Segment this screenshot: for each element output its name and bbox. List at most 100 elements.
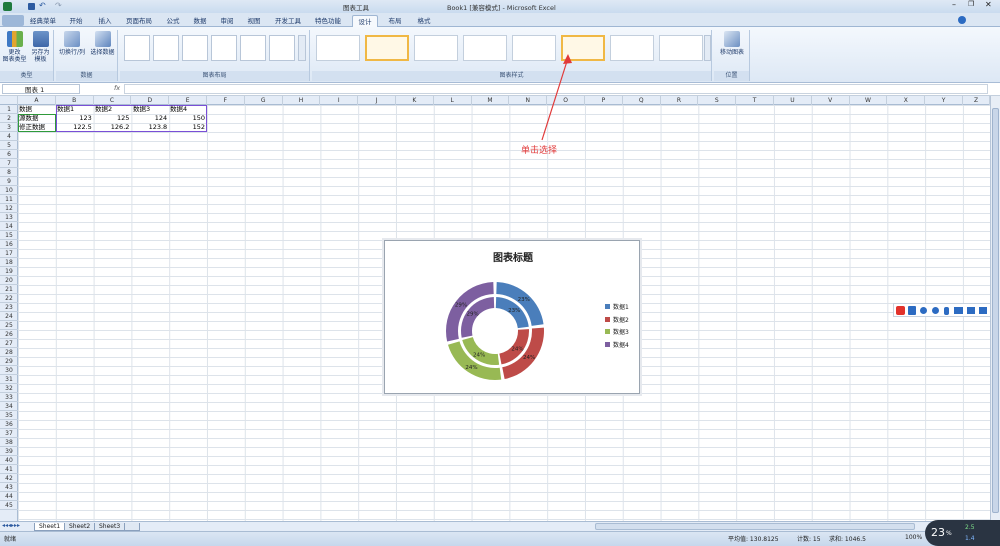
- layout-thumb-2[interactable]: [153, 35, 179, 61]
- col-header-S[interactable]: S: [698, 96, 737, 105]
- row-header[interactable]: 16: [0, 240, 18, 249]
- row-header[interactable]: 7: [0, 159, 18, 168]
- network-speed-widget[interactable]: 23 % 2.5 1.4: [925, 520, 1000, 546]
- col-header-B[interactable]: B: [56, 96, 94, 105]
- tab-home[interactable]: 开始: [64, 15, 88, 27]
- cell-E3[interactable]: 152: [169, 123, 207, 132]
- row-header[interactable]: 40: [0, 456, 18, 465]
- select-data-button[interactable]: 选择数据: [88, 31, 117, 56]
- row-header[interactable]: 5: [0, 141, 18, 150]
- ime-toolbar[interactable]: [893, 303, 999, 317]
- row-header[interactable]: 13: [0, 213, 18, 222]
- sheet-tab-1[interactable]: Sheet1: [34, 523, 66, 531]
- save-icon[interactable]: [28, 3, 35, 10]
- name-box[interactable]: 图表 1: [2, 84, 80, 94]
- tab-page-layout[interactable]: 页面布局: [121, 15, 157, 27]
- row-header[interactable]: 22: [0, 294, 18, 303]
- restore-icon[interactable]: ❐: [968, 0, 974, 8]
- fx-icon[interactable]: fx: [114, 84, 120, 92]
- row-header[interactable]: 17: [0, 249, 18, 258]
- tab-review[interactable]: 审阅: [216, 15, 238, 27]
- close-icon[interactable]: ✕: [985, 0, 992, 9]
- row-header[interactable]: 21: [0, 285, 18, 294]
- ime-emoji-icon[interactable]: [932, 307, 939, 314]
- col-header-P[interactable]: P: [585, 96, 623, 105]
- col-header-F[interactable]: F: [207, 96, 245, 105]
- col-header-X[interactable]: X: [887, 96, 926, 105]
- cell-C2[interactable]: 125: [94, 114, 132, 123]
- row-header[interactable]: 29: [0, 357, 18, 366]
- cell-B1[interactable]: 数据1: [57, 105, 94, 114]
- vertical-scrollbar[interactable]: [990, 96, 1000, 521]
- row-header[interactable]: 15: [0, 231, 18, 240]
- chart-title[interactable]: 图表标题: [385, 249, 641, 264]
- chart-style-7[interactable]: [610, 35, 654, 61]
- col-header-E[interactable]: E: [169, 96, 207, 105]
- layout-thumb-3[interactable]: [182, 35, 208, 61]
- insert-sheet-icon[interactable]: [124, 523, 140, 531]
- tab-insert[interactable]: 插入: [93, 15, 117, 27]
- cell-B2[interactable]: 123: [56, 114, 94, 123]
- row-header[interactable]: 31: [0, 375, 18, 384]
- ime-voice-icon[interactable]: [944, 307, 949, 315]
- row-header[interactable]: 3: [0, 123, 18, 132]
- row-header[interactable]: 37: [0, 429, 18, 438]
- row-header[interactable]: 8: [0, 168, 18, 177]
- move-chart-button[interactable]: 移动图表: [716, 31, 748, 56]
- ime-keyboard-icon[interactable]: [954, 307, 963, 314]
- cell-D3[interactable]: 123.8: [131, 123, 169, 132]
- col-header-T[interactable]: T: [736, 96, 774, 105]
- col-header-D[interactable]: D: [131, 96, 170, 105]
- cell-C1[interactable]: 数据2: [95, 105, 132, 114]
- col-header-J[interactable]: J: [358, 96, 396, 105]
- row-header[interactable]: 11: [0, 195, 18, 204]
- ime-skin-icon[interactable]: [967, 307, 975, 314]
- col-header-G[interactable]: G: [245, 96, 283, 105]
- tab-classic-menu[interactable]: 经典菜单: [28, 15, 58, 27]
- tab-formulas[interactable]: 公式: [162, 15, 184, 27]
- chart-style-8[interactable]: [659, 35, 703, 61]
- row-header[interactable]: 43: [0, 483, 18, 492]
- col-header-Y[interactable]: Y: [925, 96, 963, 105]
- sheet-nav-icon[interactable]: ◂◂◂▸▸▸: [2, 522, 20, 529]
- row-header[interactable]: 35: [0, 411, 18, 420]
- row-header[interactable]: 44: [0, 492, 18, 501]
- row-header[interactable]: 28: [0, 348, 18, 357]
- row-header[interactable]: 24: [0, 312, 18, 321]
- select-all-corner[interactable]: [0, 96, 18, 105]
- row-header[interactable]: 45: [0, 501, 18, 510]
- horizontal-scrollbar[interactable]: [595, 523, 915, 530]
- layout-thumb-6[interactable]: [269, 35, 295, 61]
- cell-D1[interactable]: 数据3: [133, 105, 170, 114]
- cell-D2[interactable]: 124: [131, 114, 169, 123]
- col-header-Z[interactable]: Z: [963, 96, 990, 105]
- row-header[interactable]: 20: [0, 276, 18, 285]
- sheet-tab-3[interactable]: Sheet3: [94, 523, 126, 531]
- undo-icon[interactable]: ↶: [39, 1, 46, 10]
- office-button[interactable]: [2, 15, 24, 26]
- row-header[interactable]: 41: [0, 465, 18, 474]
- tab-view[interactable]: 视图: [243, 15, 265, 27]
- chart-style-3[interactable]: [414, 35, 458, 61]
- col-header-K[interactable]: K: [396, 96, 434, 105]
- help-icon[interactable]: [958, 16, 966, 24]
- row-header[interactable]: 10: [0, 186, 18, 195]
- col-header-H[interactable]: H: [283, 96, 321, 105]
- cell-C3[interactable]: 126.2: [94, 123, 132, 132]
- zoom-level[interactable]: 100%: [905, 534, 922, 541]
- col-header-I[interactable]: I: [320, 96, 359, 105]
- ime-tools-icon[interactable]: [979, 307, 987, 314]
- doughnut-chart[interactable]: 23%24%24%29%23%24%24%29%: [443, 279, 547, 383]
- row-header[interactable]: 39: [0, 447, 18, 456]
- row-header[interactable]: 19: [0, 267, 18, 276]
- layout-thumb-5[interactable]: [240, 35, 266, 61]
- row-header[interactable]: 27: [0, 339, 18, 348]
- cell-A2[interactable]: 源数据: [19, 114, 56, 123]
- save-as-template-button[interactable]: 另存为 模板: [28, 31, 53, 63]
- redo-icon[interactable]: ↷: [55, 1, 62, 10]
- col-header-U[interactable]: U: [774, 96, 812, 105]
- row-header[interactable]: 23: [0, 303, 18, 312]
- col-header-L[interactable]: L: [434, 96, 472, 105]
- row-header[interactable]: 18: [0, 258, 18, 267]
- layout-thumb-4[interactable]: [211, 35, 237, 61]
